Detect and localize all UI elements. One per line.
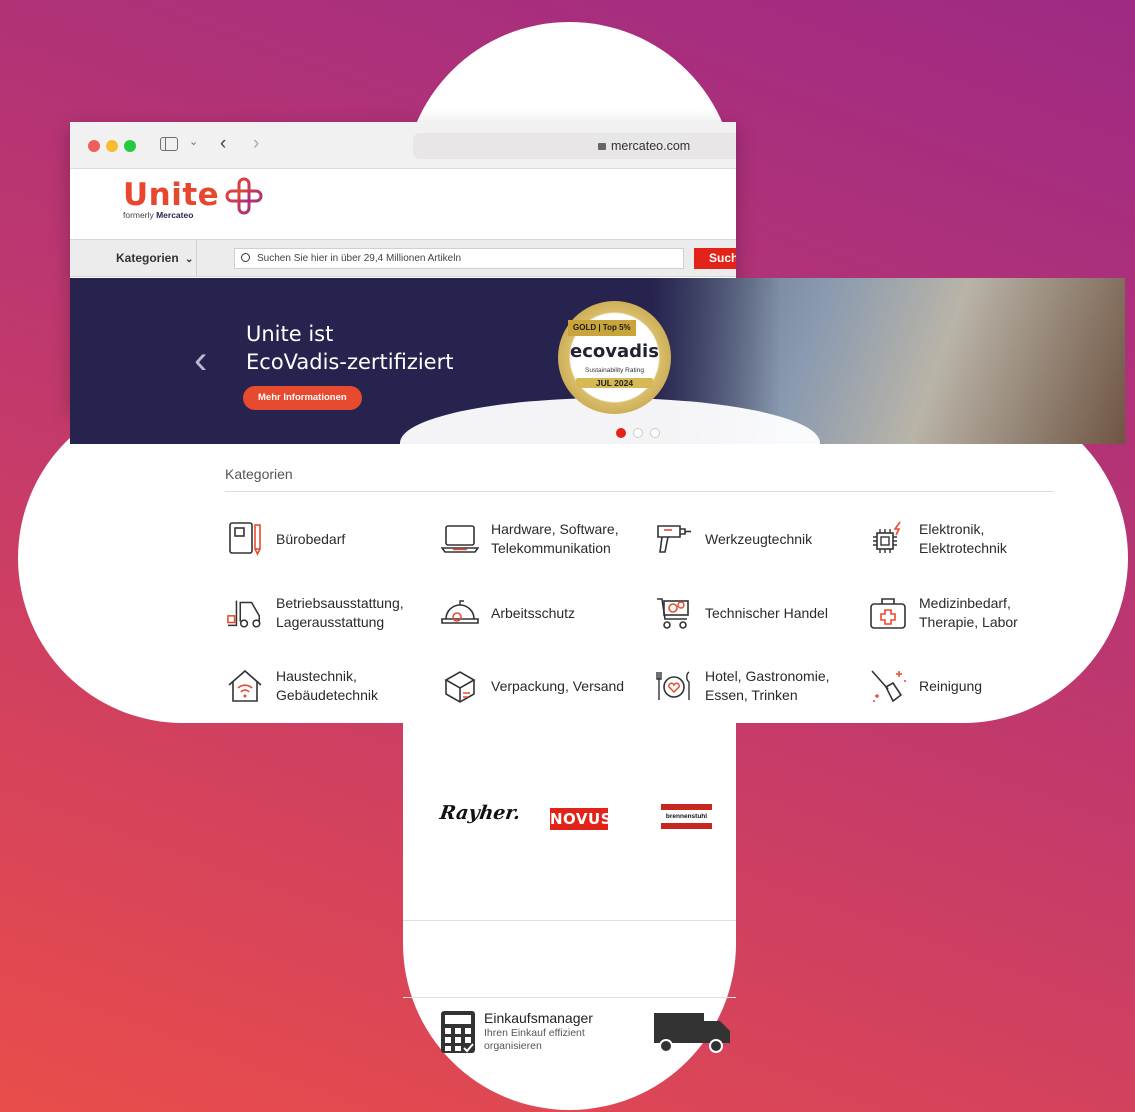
badge-date: JUL 2024	[576, 378, 653, 388]
badge-top-ribbon: GOLD | Top 5%	[568, 320, 636, 336]
back-arrow-icon[interactable]: ‹	[220, 133, 226, 155]
helmet-icon	[441, 594, 479, 632]
section-divider	[403, 997, 736, 998]
forklift-icon	[226, 594, 264, 632]
category-label-line2: Lagerausstattung	[276, 614, 385, 630]
tagline-brand: Mercateo	[156, 210, 194, 220]
delivery-truck-icon	[654, 1013, 736, 1053]
category-label-line1: Hotel, Gastronomie,	[705, 668, 830, 684]
broom-sparkle-icon	[869, 667, 907, 705]
site-header: Unite formerly Mercateo	[70, 169, 736, 239]
category-label: Technischer Handel	[705, 604, 828, 621]
category-haustechnik[interactable]: Haustechnik, Gebäudetechnik	[226, 667, 378, 705]
unite-cross-logo-icon	[225, 177, 263, 215]
browser-titlebar: ⌄ ‹ › mercateo.com	[70, 122, 736, 169]
slide-dot-2[interactable]	[633, 428, 643, 438]
category-reinigung[interactable]: Reinigung	[869, 667, 982, 705]
category-elektronik[interactable]: Elektronik, Elektrotechnik	[869, 520, 1007, 558]
category-technischer-handel[interactable]: Technischer Handel	[655, 594, 828, 632]
category-label: Bürobedarf	[276, 530, 346, 547]
search-icon	[241, 253, 250, 262]
brennenstuhl-text: brennenstuhl	[665, 813, 708, 820]
category-hotel-gastronomie[interactable]: Hotel, Gastronomie, Essen, Trinken	[655, 667, 830, 705]
url-text: mercateo.com	[611, 139, 691, 153]
categories-divider	[225, 491, 1054, 492]
category-label-line1: Elektronik,	[919, 521, 985, 537]
category-arbeitsschutz[interactable]: Arbeitsschutz	[441, 594, 575, 632]
close-window-button[interactable]	[88, 140, 100, 152]
category-betriebsausstattung[interactable]: Betriebsausstattung, Lagerausstattung	[226, 594, 404, 632]
category-label-line1: Medizinbedarf,	[919, 595, 1011, 611]
search-input[interactable]: Suchen Sie hier in über 29,4 Millionen A…	[234, 248, 684, 269]
notebook-pencil-icon	[226, 520, 264, 558]
minimize-window-button[interactable]	[106, 140, 118, 152]
category-label-line2: Elektrotechnik	[919, 540, 1007, 556]
sidebar-toggle-icon[interactable]	[160, 137, 178, 151]
feature-einkaufsmanager[interactable]: Einkaufsmanager Ihren Einkauf effizient …	[440, 1010, 593, 1054]
brand-logo-rayher[interactable]: Rayher.	[438, 802, 521, 824]
laptop-icon	[441, 520, 479, 558]
category-verpackung[interactable]: Verpackung, Versand	[441, 667, 624, 705]
search-placeholder: Suchen Sie hier in über 29,4 Millionen A…	[257, 253, 462, 264]
category-buerobedarf[interactable]: Bürobedarf	[226, 520, 345, 558]
category-label-line1: Betriebsausstattung,	[276, 595, 404, 611]
category-label: Arbeitsschutz	[491, 604, 576, 621]
forward-arrow-icon[interactable]: ›	[253, 133, 259, 155]
categories-dropdown[interactable]: Kategorien ⌄	[70, 240, 197, 276]
brand-logo-novus[interactable]: novus	[550, 808, 612, 830]
nav-bar: Kategorien ⌄ Suchen Sie hier in über 29,…	[70, 239, 736, 277]
category-medizinbedarf[interactable]: Medizinbedarf, Therapie, Labor	[869, 594, 1018, 632]
slide-dot-1[interactable]	[616, 428, 626, 438]
plate-cutlery-icon	[655, 667, 693, 705]
hero-banner: ‹ Unite ist EcoVadis-zertifiziert Mehr I…	[70, 278, 1125, 444]
badge-brand: ecovadis	[570, 341, 659, 362]
slide-dot-3[interactable]	[650, 428, 660, 438]
first-aid-kit-icon	[869, 594, 907, 632]
categories-dropdown-label: Kategorien	[116, 251, 179, 265]
tagline-prefix: formerly	[123, 210, 154, 220]
chip-lightning-icon	[869, 520, 907, 558]
logo-text: Unite	[123, 177, 220, 213]
category-label: Verpackung, Versand	[491, 677, 625, 694]
hero-headline: Unite ist EcoVadis-zertifiziert	[246, 320, 453, 376]
category-label: Reinigung	[919, 677, 983, 694]
feature-title: Einkaufsmanager	[484, 1010, 593, 1026]
slide-indicators	[616, 428, 660, 438]
chevron-down-icon[interactable]: ⌄	[189, 135, 198, 148]
brand-logo-brennenstuhl[interactable]: brennenstuhl	[661, 804, 712, 831]
categories-heading: Kategorien	[225, 466, 293, 482]
url-bar[interactable]: mercateo.com	[413, 133, 736, 159]
feature-desc-line1: Ihren Einkauf effizient	[484, 1027, 585, 1039]
category-label-line2: Telekommunikation	[491, 540, 611, 556]
hero-headline-line1: Unite ist	[246, 322, 334, 346]
calculator-icon	[440, 1010, 476, 1054]
open-box-icon	[441, 667, 479, 705]
feature-desc-line2: organisieren	[484, 1040, 542, 1052]
category-label-line1: Haustechnik,	[276, 668, 357, 684]
category-label-line2: Essen, Trinken	[705, 687, 798, 703]
section-divider	[403, 920, 736, 921]
previous-slide-arrow-icon[interactable]: ‹	[194, 340, 207, 380]
hero-headline-line2: EcoVadis-zertifiziert	[246, 350, 454, 374]
smart-home-icon	[226, 667, 264, 705]
lock-icon	[598, 143, 606, 150]
chevron-down-icon: ⌄	[185, 254, 194, 265]
more-info-button[interactable]: Mehr Informationen	[243, 386, 362, 410]
category-hardware-software[interactable]: Hardware, Software, Telekommunikation	[441, 520, 619, 558]
badge-subtitle: Sustainability Rating	[585, 367, 644, 374]
drill-icon	[655, 520, 693, 558]
unite-logo[interactable]: Unite formerly Mercateo	[123, 177, 263, 220]
category-label: Werkzeugtechnik	[705, 530, 813, 547]
category-label-line1: Hardware, Software,	[491, 521, 619, 537]
category-label-line2: Therapie, Labor	[919, 614, 1018, 630]
category-werkzeugtechnik[interactable]: Werkzeugtechnik	[655, 520, 812, 558]
ecovadis-badge[interactable]: GOLD | Top 5% ecovadis Sustainability Ra…	[558, 301, 671, 414]
maximize-window-button[interactable]	[124, 140, 136, 152]
search-button[interactable]: Such	[694, 248, 736, 269]
category-label-line2: Gebäudetechnik	[276, 687, 378, 703]
cart-gears-icon	[655, 594, 693, 632]
